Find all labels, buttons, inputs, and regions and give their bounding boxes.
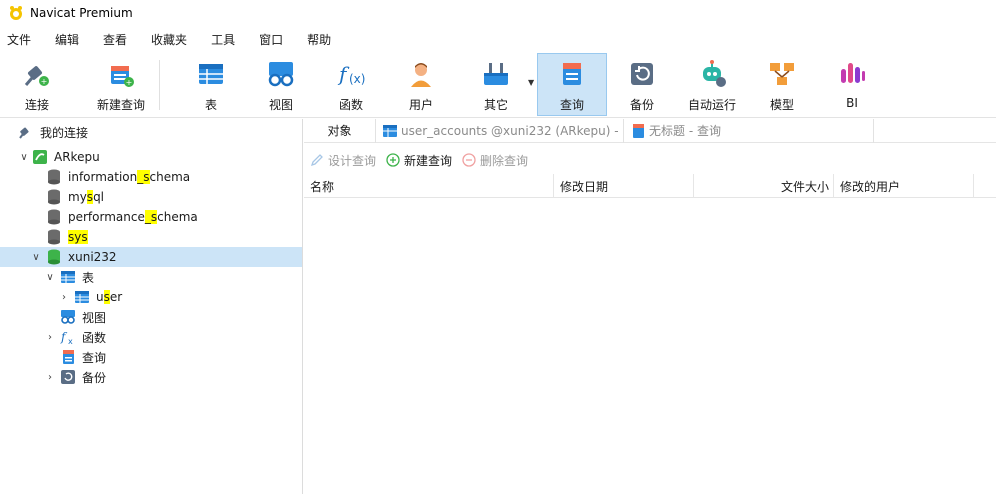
bi-toolbar-button[interactable]: BI [822, 54, 882, 115]
user-icon [405, 58, 437, 90]
menu-window[interactable]: 窗口 [252, 31, 290, 48]
model-icon [766, 58, 798, 90]
table-toolbar-button[interactable]: 表 [181, 54, 241, 115]
tree-table-user[interactable]: › u s er [0, 287, 302, 307]
tree-connection-arkepu[interactable]: ∨ ARkepu [0, 147, 302, 167]
chevron-down-icon[interactable]: ∨ [30, 251, 42, 263]
design-query-button[interactable]: 设计查询 [310, 152, 376, 169]
other-toolbar-button[interactable]: 其它 [466, 54, 526, 115]
menu-file[interactable]: 文件 [0, 31, 38, 48]
function-fx-icon: f (x) [335, 58, 367, 90]
object-list-header: 名称 修改日期 文件大小 修改的用户 [304, 174, 996, 198]
tab-user-accounts[interactable]: user_accounts @xuni232 (ARkepu) - ... [376, 118, 624, 143]
backup-toolbar-button[interactable]: 备份 [612, 54, 672, 115]
tree-backups-group[interactable]: › 备份 [0, 367, 302, 387]
database-icon [46, 189, 62, 205]
menu-help[interactable]: 帮助 [300, 31, 338, 48]
tools-icon [480, 58, 512, 90]
connection-tree-panel: 我的连接 ∨ ARkepu information _s chema my s ql p… [0, 119, 303, 494]
plug-icon: + [21, 58, 53, 90]
svg-text:x: x [68, 337, 73, 345]
toolbar-separator [159, 60, 160, 110]
backup-icon [60, 369, 76, 385]
model-toolbar-button[interactable]: 模型 [752, 54, 812, 115]
menu-tools[interactable]: 工具 [204, 31, 242, 48]
database-icon [46, 209, 62, 225]
query-toolbar-button[interactable]: 查询 [537, 53, 607, 116]
new-query-button[interactable]: 新建查询 [386, 152, 452, 169]
table-icon [382, 123, 398, 139]
main-toolbar: + 连接 + 新建查询 表 视图 f (x) 函数 用户 其它 ▼ 查询 备份 … [0, 52, 996, 118]
query-icon [60, 349, 76, 365]
tree-db-information-schema[interactable]: information _s chema [0, 167, 302, 187]
user-toolbar-button[interactable]: 用户 [391, 54, 451, 115]
column-header-modified-date[interactable]: 修改日期 [554, 174, 694, 198]
tree-db-sys[interactable]: sys [0, 227, 302, 247]
object-list-body[interactable] [304, 199, 996, 494]
view-glasses-icon [60, 309, 76, 325]
title-bar: Navicat Premium [0, 0, 996, 26]
query-icon [630, 123, 646, 139]
svg-text:+: + [41, 77, 48, 86]
delete-query-button[interactable]: 删除查询 [462, 152, 528, 169]
connections-group-icon [18, 124, 34, 140]
svg-text:f: f [60, 330, 68, 344]
column-header-file-size[interactable]: 文件大小 [694, 174, 834, 198]
object-action-bar: 设计查询 新建查询 删除查询 [304, 149, 538, 171]
function-toolbar-button[interactable]: f (x) 函数 [321, 54, 381, 115]
minus-circle-icon [462, 153, 476, 167]
tree-db-mysql[interactable]: my s ql [0, 187, 302, 207]
menu-favorites[interactable]: 收藏夹 [144, 31, 194, 48]
chevron-down-icon[interactable]: ∨ [18, 151, 30, 163]
tree-db-performance-schema[interactable]: performance _s chema [0, 207, 302, 227]
tree-my-connections[interactable]: 我的连接 [0, 122, 302, 142]
column-header-modified-by[interactable]: 修改的用户 [834, 174, 974, 198]
chevron-right-icon[interactable]: › [44, 331, 56, 343]
object-panel: 对象 user_accounts @xuni232 (ARkepu) - ...… [304, 118, 996, 494]
tree-views-group[interactable]: 视图 [0, 307, 302, 327]
svg-text:(x): (x) [349, 72, 365, 86]
connect-button[interactable]: + 连接 [8, 54, 66, 115]
plus-circle-icon [386, 153, 400, 167]
navicat-logo-icon [8, 5, 24, 21]
tab-bar: 对象 user_accounts @xuni232 (ARkepu) - ...… [304, 118, 996, 143]
other-dropdown-arrow-icon[interactable]: ▼ [528, 78, 534, 87]
pencil-icon [310, 153, 324, 167]
svg-text:+: + [126, 78, 133, 87]
tab-untitled-query[interactable]: 无标题 - 查询 [624, 118, 874, 143]
backup-icon [626, 58, 658, 90]
table-icon [74, 289, 90, 305]
menu-bar: 文件 编辑 查看 收藏夹 工具 窗口 帮助 [0, 28, 996, 50]
mysql-connection-icon [32, 149, 48, 165]
menu-edit[interactable]: 编辑 [48, 31, 86, 48]
bi-chart-icon [836, 58, 868, 90]
tree-functions-group[interactable]: › fx 函数 [0, 327, 302, 347]
new-query-icon: + [105, 58, 137, 90]
function-fx-icon: fx [60, 329, 76, 345]
database-icon [46, 169, 62, 185]
robot-icon [696, 58, 728, 90]
table-icon [60, 269, 76, 285]
query-icon [556, 58, 588, 90]
database-icon [46, 229, 62, 245]
chevron-right-icon[interactable]: › [58, 291, 70, 303]
view-toolbar-button[interactable]: 视图 [251, 54, 311, 115]
tree-tables-group[interactable]: ∨ 表 [0, 267, 302, 287]
automation-toolbar-button[interactable]: 自动运行 [682, 54, 742, 115]
view-glasses-icon [265, 58, 297, 90]
table-icon [195, 58, 227, 90]
new-query-toolbar-button[interactable]: + 新建查询 [78, 54, 164, 115]
tree-queries-group[interactable]: 查询 [0, 347, 302, 367]
window-title: Navicat Premium [30, 6, 133, 20]
tab-objects[interactable]: 对象 [304, 118, 376, 143]
tree-db-xuni232[interactable]: ∨ xuni232 [0, 247, 302, 267]
chevron-right-icon[interactable]: › [44, 371, 56, 383]
database-open-icon [46, 249, 62, 265]
menu-view[interactable]: 查看 [96, 31, 134, 48]
chevron-down-icon[interactable]: ∨ [44, 271, 56, 283]
column-header-name[interactable]: 名称 [304, 174, 554, 198]
